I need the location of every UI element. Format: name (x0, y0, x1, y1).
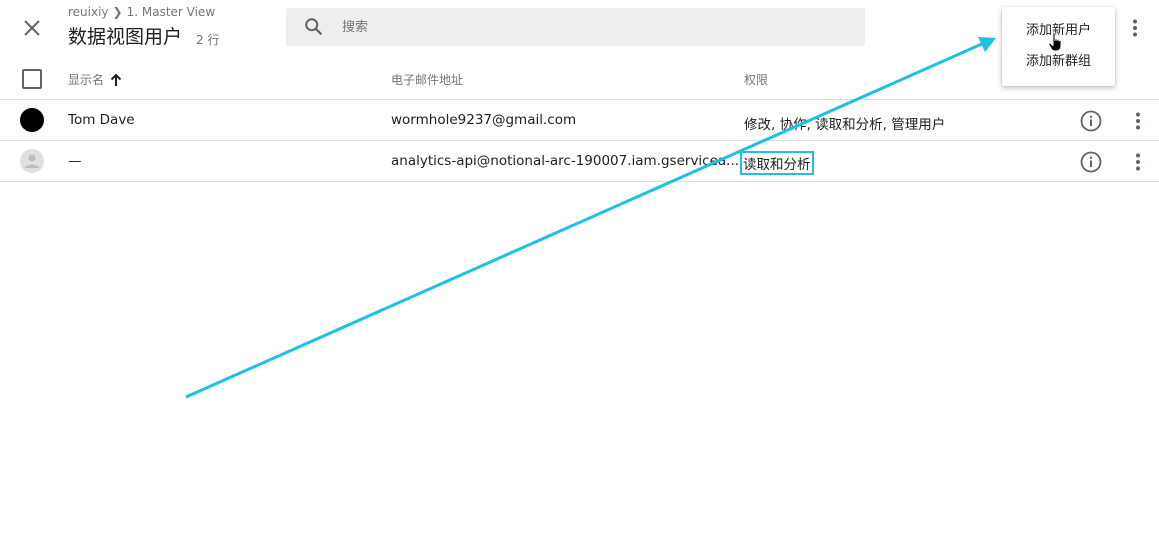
annotation-arrow-icon (185, 37, 996, 399)
